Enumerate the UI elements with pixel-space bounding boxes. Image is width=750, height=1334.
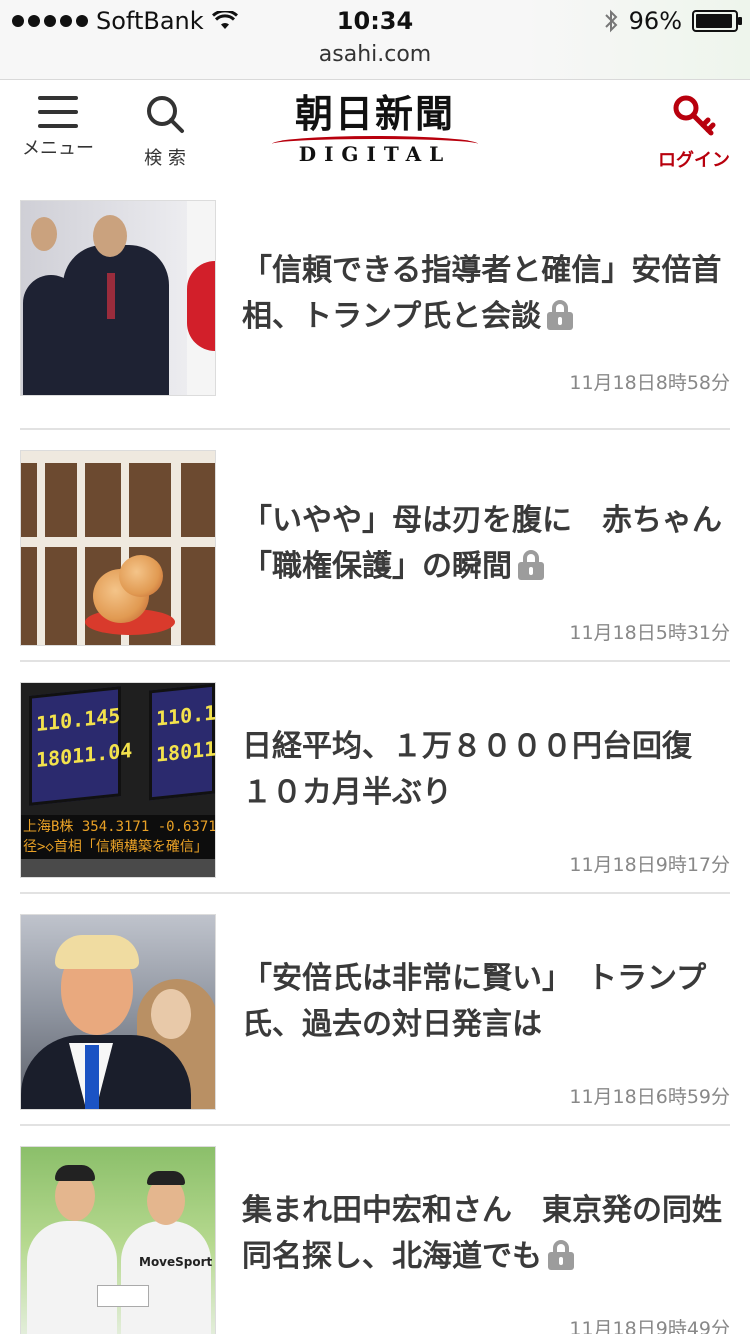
shirt-logo: MoveSport (139, 1255, 213, 1269)
article-item[interactable]: 「いやや」母は刃を腹に 赤ちゃん「職権保護」の瞬間 11月18日5時31分 (20, 430, 730, 662)
article-title-text: 集まれ田中宏和さん 東京発の同姓同名探し、北海道でも (242, 1193, 722, 1274)
url-bar[interactable]: asahi.com (0, 40, 750, 70)
article-title-text: 「いやや」母は刃を腹に 赤ちゃん「職権保護」の瞬間 (242, 503, 722, 584)
ticker-line: 径>◇首相「信頼構築を確信」 (23, 839, 208, 855)
search-label: 検 索 (144, 148, 186, 169)
article-title[interactable]: 日経平均、１万８０００円台回復 １０カ月半ぶり (242, 724, 728, 816)
article-title[interactable]: 「信頼できる指導者と確信」安倍首相、トランプ氏と会談 (242, 248, 728, 340)
lock-icon (548, 1240, 574, 1270)
logo-sub-text: DIGITAL (298, 142, 452, 166)
article-item[interactable]: 110.145 18011.04 110.145 18011.04 上海B株 3… (20, 662, 730, 894)
login-label: ログイン (658, 150, 730, 171)
article-thumbnail[interactable]: MoveSport (20, 1146, 216, 1334)
article-thumbnail[interactable]: 110.145 18011.04 110.145 18011.04 上海B株 3… (20, 682, 216, 878)
article-item[interactable]: MoveSport 集まれ田中宏和さん 東京発の同姓同名探し、北海道でも 11月… (20, 1126, 730, 1334)
article-title[interactable]: 「いやや」母は刃を腹に 赤ちゃん「職権保護」の瞬間 (242, 498, 728, 590)
article-title-text: 「信頼できる指導者と確信」安倍首相、トランプ氏と会談 (242, 253, 722, 334)
article-item[interactable]: 「安倍氏は非常に賢い」 トランプ氏、過去の対日発言は 11月18日6時59分 (20, 894, 730, 1126)
site-header: メニュー 検 索 朝日新聞 DIGITAL ログイン (0, 80, 750, 185)
article-title[interactable]: 「安倍氏は非常に賢い」 トランプ氏、過去の対日発言は (242, 956, 728, 1048)
screen-value: 18011.04 (156, 732, 216, 767)
article-title-text: 日経平均、１万８０００円台回復 １０カ月半ぶり (242, 729, 722, 810)
lock-icon (518, 550, 544, 580)
article-thumbnail[interactable] (20, 200, 216, 396)
search-button[interactable]: 検 索 (130, 94, 200, 170)
ticker-board: 上海B株 354.3171 -0.6371 径>◇首相「信頼構築を確信」 (21, 815, 216, 859)
status-bar: SoftBank 10:34 96% asahi.com (0, 0, 750, 80)
article-date: 11月18日5時31分 (569, 622, 730, 644)
article-thumbnail[interactable] (20, 914, 216, 1110)
lock-icon (547, 300, 574, 330)
key-icon (673, 95, 716, 136)
article-title[interactable]: 集まれ田中宏和さん 東京発の同姓同名探し、北海道でも (242, 1188, 728, 1280)
hamburger-icon (38, 96, 78, 128)
menu-label: メニュー (22, 138, 94, 159)
site-logo[interactable]: 朝日新聞 DIGITAL (268, 92, 482, 166)
screen-value: 18011.04 (36, 737, 133, 773)
battery-fill (696, 14, 733, 28)
article-date: 11月18日8時58分 (569, 372, 730, 394)
article-date: 11月18日9時49分 (569, 1318, 730, 1334)
search-icon (147, 96, 184, 133)
article-title-text: 「安倍氏は非常に賢い」 トランプ氏、過去の対日発言は (242, 961, 707, 1042)
battery-icon (692, 10, 742, 32)
article-list: 「信頼できる指導者と確信」安倍首相、トランプ氏と会談 11月18日8時58分 「… (20, 198, 730, 1334)
bluetooth-icon (604, 9, 618, 33)
article-date: 11月18日9時17分 (569, 854, 730, 876)
article-date: 11月18日6時59分 (569, 1086, 730, 1108)
status-right: 96% (603, 6, 742, 36)
login-button[interactable]: ログイン (654, 94, 734, 172)
menu-button[interactable]: メニュー (18, 94, 98, 160)
logo-main-text: 朝日新聞 (294, 91, 455, 136)
article-item[interactable]: 「信頼できる指導者と確信」安倍首相、トランプ氏と会談 11月18日8時58分 (20, 198, 730, 430)
battery-percent: 96% (628, 7, 682, 35)
screen-value: 110.145 (156, 697, 216, 731)
ticker-line: 上海B株 354.3171 -0.6371 (23, 819, 216, 835)
article-thumbnail[interactable] (20, 450, 216, 646)
